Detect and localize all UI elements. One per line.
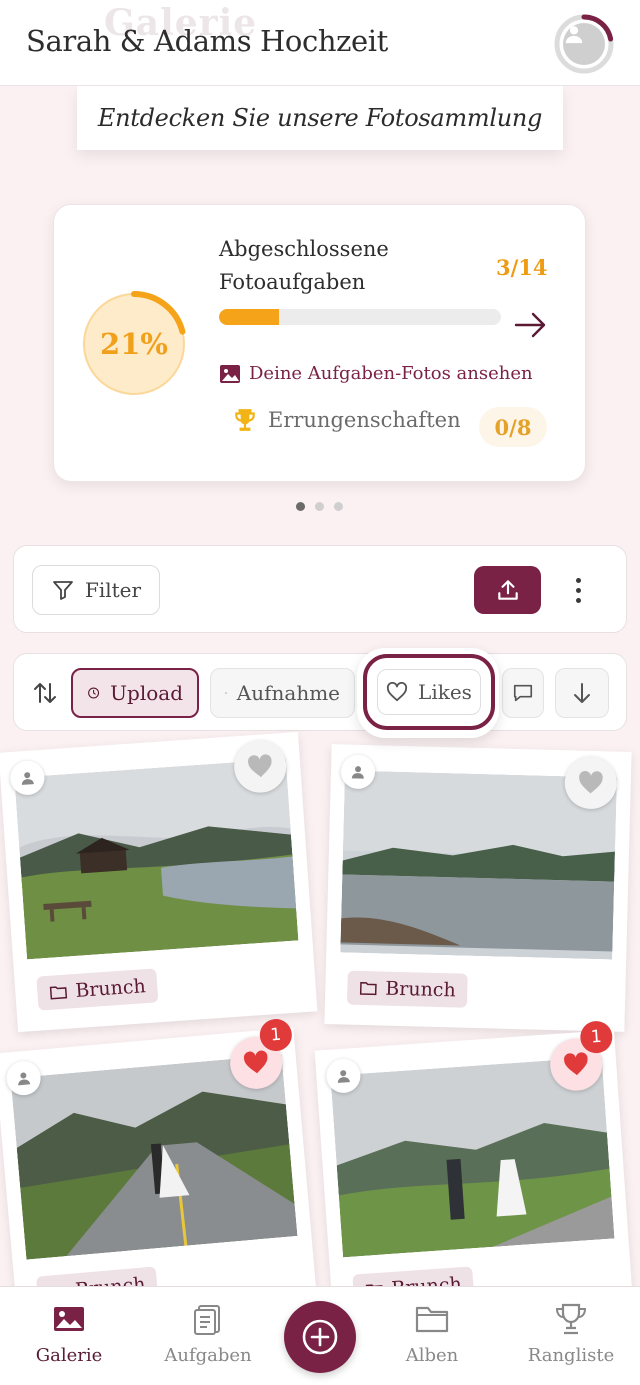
folder-icon xyxy=(359,981,377,996)
user-icon xyxy=(21,772,34,785)
user-icon xyxy=(18,1072,31,1086)
sort-chip-upload-label: Upload xyxy=(110,681,183,705)
sort-toolbar: Upload Aufnahme Likes xyxy=(13,648,627,738)
arrow-right-icon[interactable] xyxy=(514,311,548,339)
task-progress-fill xyxy=(219,309,280,325)
comment-icon xyxy=(513,684,533,702)
bottom-navigation: Galerie Aufgaben Alben Rangliste xyxy=(0,1286,640,1385)
filter-icon xyxy=(53,581,73,600)
sort-chip-likes-label: Likes xyxy=(418,680,472,704)
progress-percent: 21% xyxy=(100,327,168,361)
folder-icon xyxy=(415,1306,449,1333)
clock-icon xyxy=(88,687,100,699)
image-icon xyxy=(225,692,227,694)
carousel-indicator[interactable] xyxy=(296,502,343,511)
user-icon xyxy=(337,1070,350,1083)
carousel-dot[interactable] xyxy=(334,502,343,511)
nav-item-aufgaben[interactable]: Aufgaben xyxy=(153,1301,263,1366)
trophy-icon xyxy=(235,409,255,431)
avatar xyxy=(563,23,605,65)
task-title: Abgeschlossene Fotoaufgaben xyxy=(219,237,389,294)
heart-icon xyxy=(579,771,603,794)
plus-circle-icon xyxy=(302,1319,338,1355)
upload-icon xyxy=(497,580,518,600)
album-name: Brunch xyxy=(74,975,147,1003)
more-dot xyxy=(575,587,581,593)
task-progress-card[interactable]: 21% Abgeschlossene Fotoaufgaben 3/14 Dei… xyxy=(53,204,586,482)
filter-label: Filter xyxy=(84,578,142,602)
more-dot xyxy=(575,597,581,603)
image-icon xyxy=(220,364,240,383)
upload-button[interactable] xyxy=(474,566,541,614)
nav-label-rangliste: Rangliste xyxy=(527,1345,615,1366)
nav-label-aufgaben: Aufgaben xyxy=(164,1345,252,1366)
sort-chip-likes[interactable]: Likes xyxy=(363,654,495,730)
task-progress-bar xyxy=(219,309,501,325)
nav-item-rangliste[interactable]: Rangliste xyxy=(516,1301,626,1366)
heart-filled-icon xyxy=(243,1050,268,1074)
photo-card[interactable]: Brunch xyxy=(324,744,632,1032)
carousel-dot[interactable] xyxy=(315,502,324,511)
profile-avatar-button[interactable] xyxy=(554,14,614,74)
album-tag[interactable]: Brunch xyxy=(346,970,469,1008)
heart-icon xyxy=(248,754,272,778)
achievements-row[interactable]: Errungenschaften xyxy=(232,407,461,433)
achievements-label: Errungenschaften xyxy=(268,408,461,432)
user-icon xyxy=(565,26,583,44)
more-dot xyxy=(575,577,581,583)
sort-chip-aufnahme[interactable]: Aufnahme xyxy=(210,668,355,718)
subtitle-banner: Entdecken Sie unsere Fotosammlung xyxy=(77,86,563,150)
folder-icon xyxy=(49,986,68,1000)
user-icon xyxy=(351,766,364,779)
heart-outline-icon xyxy=(387,682,408,702)
heart-filled-icon xyxy=(564,1052,588,1076)
sort-chip-likes-inner: Likes xyxy=(377,669,481,715)
task-count: 3/14 xyxy=(496,255,548,280)
view-task-photos-label: Deine Aufgaben-Fotos ansehen xyxy=(249,363,533,384)
more-options-button[interactable] xyxy=(566,570,590,610)
sort-order-button[interactable] xyxy=(555,668,609,718)
sort-direction-icon[interactable] xyxy=(32,680,58,706)
subtitle-text: Entdecken Sie unsere Fotosammlung xyxy=(97,104,543,132)
album-name: Brunch xyxy=(385,977,457,1002)
sort-chip-aufnahme-label: Aufnahme xyxy=(236,681,340,705)
filter-button[interactable]: Filter xyxy=(32,565,160,615)
filter-toolbar: Filter xyxy=(13,545,627,633)
nav-label-galerie: Galerie xyxy=(35,1345,103,1366)
nav-item-alben[interactable]: Alben xyxy=(377,1301,487,1366)
clipboard-icon xyxy=(194,1305,220,1335)
album-tag[interactable]: Brunch xyxy=(36,968,159,1011)
nav-label-alben: Alben xyxy=(405,1345,459,1366)
trophy-icon xyxy=(555,1303,587,1335)
gallery-icon xyxy=(54,1307,84,1331)
add-photo-button[interactable] xyxy=(284,1301,356,1373)
nav-item-galerie[interactable]: Galerie xyxy=(14,1301,124,1366)
view-task-photos-link[interactable]: Deine Aufgaben-Fotos ansehen xyxy=(219,363,533,384)
arrow-down-icon xyxy=(574,683,590,703)
sort-chip-comments[interactable] xyxy=(502,668,544,718)
sort-chip-upload[interactable]: Upload xyxy=(71,668,199,718)
achievements-count: 0/8 xyxy=(479,407,547,447)
photo-card[interactable]: Brunch xyxy=(0,731,318,1033)
page-title: Sarah & Adams Hochzeit xyxy=(26,24,388,58)
carousel-dot[interactable] xyxy=(296,502,305,511)
app-header: Galerie Sarah & Adams Hochzeit xyxy=(0,0,640,86)
